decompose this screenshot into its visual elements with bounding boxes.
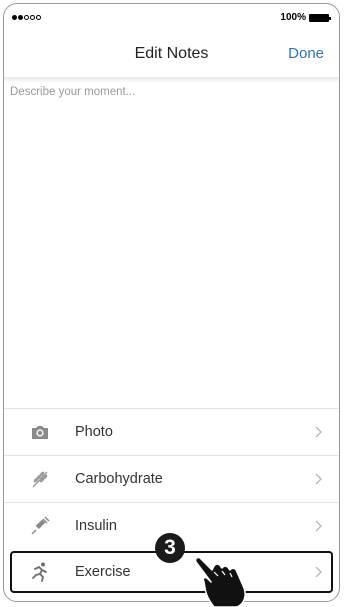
done-button[interactable]: Done <box>288 45 324 62</box>
battery-percent: 100% <box>280 12 306 23</box>
chevron-right-icon <box>311 472 325 486</box>
menu-item-photo[interactable]: Photo <box>4 408 339 455</box>
notes-placeholder: Describe your moment... <box>10 86 136 98</box>
status-bar: 100% <box>4 4 339 34</box>
syringe-icon <box>28 516 52 536</box>
pointing-hand-icon <box>194 556 246 607</box>
camera-icon <box>28 422 52 442</box>
signal-strength-icon <box>12 15 41 20</box>
step-number-badge: 3 <box>155 533 185 563</box>
wheat-icon <box>28 469 52 489</box>
notes-text-area[interactable]: Describe your moment... <box>4 83 339 408</box>
running-icon <box>28 562 52 582</box>
attachment-menu: Photo Carbohydrate Insulin Exercise <box>4 408 339 593</box>
chevron-right-icon <box>311 565 325 579</box>
chevron-right-icon <box>311 425 325 439</box>
phone-screen: 100% Edit Notes Done Describe your momen… <box>3 3 340 602</box>
battery-indicator: 100% <box>280 12 331 23</box>
menu-item-label: Exercise <box>75 564 131 580</box>
battery-icon <box>309 13 331 22</box>
menu-item-label: Carbohydrate <box>75 471 163 487</box>
menu-item-label: Insulin <box>75 518 117 534</box>
menu-item-carbohydrate[interactable]: Carbohydrate <box>4 455 339 502</box>
navigation-bar: Edit Notes Done <box>4 34 339 78</box>
chevron-right-icon <box>311 519 325 533</box>
menu-item-label: Photo <box>75 424 113 440</box>
